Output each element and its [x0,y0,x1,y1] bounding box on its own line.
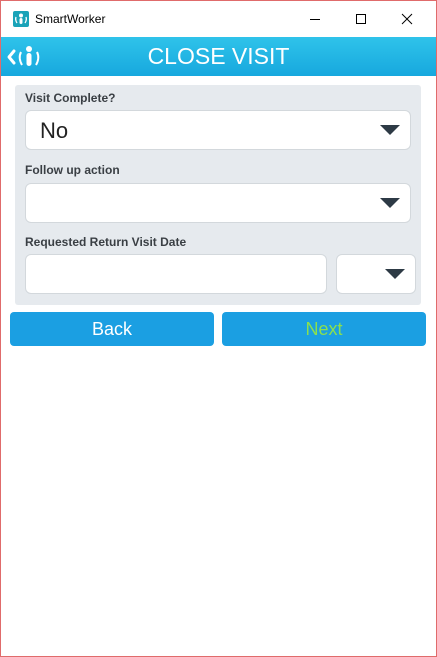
app-window: SmartWorker CLOSE VISIT Visit Complete? … [0,0,437,657]
minimize-icon [310,19,320,20]
return-date-select[interactable] [336,254,416,294]
visit-complete-select[interactable]: No [25,110,411,150]
chevron-down-icon [380,125,400,135]
back-chevron-icon [7,46,40,66]
visit-complete-label: Visit Complete? [25,91,116,105]
close-button[interactable] [384,1,430,37]
maximize-icon [356,14,366,24]
return-date-label: Requested Return Visit Date [25,235,187,249]
chevron-down-icon [380,198,400,208]
smartworker-logo-icon [13,11,29,27]
visit-complete-value: No [40,118,69,143]
chevron-down-icon [385,269,405,279]
page-title: CLOSE VISIT [147,43,290,69]
close-visit-form: Visit Complete? No Follow up action Requ… [15,85,421,305]
follow-up-select[interactable] [25,183,411,223]
close-icon [401,13,413,25]
maximize-button[interactable] [338,1,384,37]
title-bar[interactable]: SmartWorker [1,1,436,37]
minimize-button[interactable] [292,1,338,37]
return-date-input[interactable] [25,254,327,294]
back-nav-button[interactable]: Back [10,312,214,346]
next-button[interactable]: Next [222,312,426,346]
follow-up-label: Follow up action [25,163,120,177]
app-header: CLOSE VISIT [1,37,436,76]
window-title: SmartWorker [35,12,106,26]
back-button[interactable] [7,42,43,72]
